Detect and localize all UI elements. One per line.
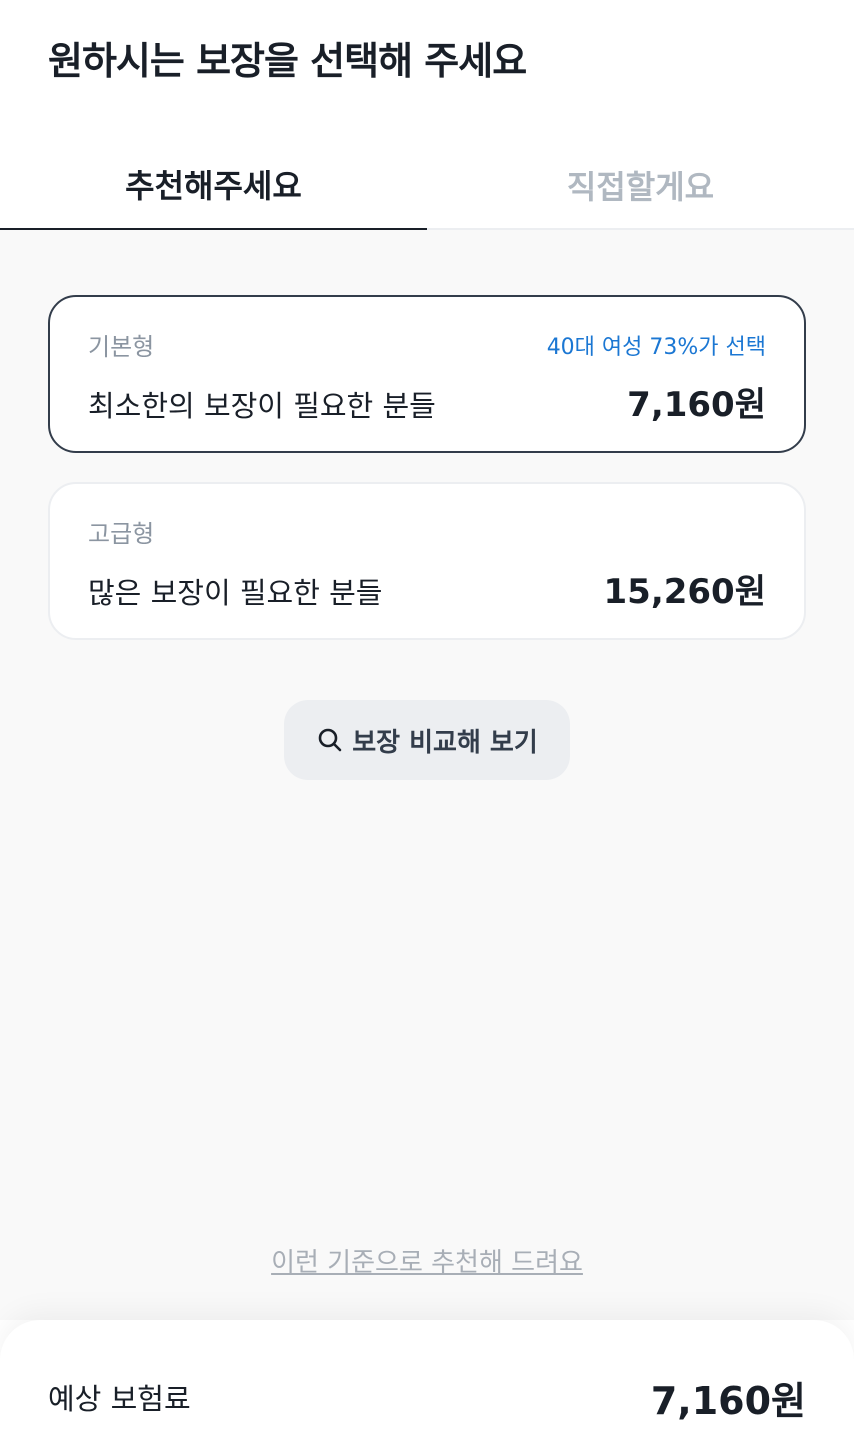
premium-summary-sheet: 예상 보험료 7,160원 — [0, 1320, 854, 1440]
insurance-plan-page: 원하시는 보장을 선택해 주세요 추천해주세요 직접할게요 기본형 40대 여성… — [0, 0, 854, 1440]
plan-card-premium[interactable]: 고급형 많은 보장이 필요한 분들 15,260원 — [48, 482, 806, 640]
plan-name: 기본형 — [88, 333, 155, 361]
plan-list-area: 기본형 40대 여성 73%가 선택 최소한의 보장이 필요한 분들 7,160… — [0, 230, 854, 1320]
tab-custom[interactable]: 직접할게요 — [427, 140, 854, 230]
search-icon — [316, 726, 344, 754]
popularity-badge: 40대 여성 73%가 선택 — [546, 335, 766, 360]
recommendation-criteria-link[interactable]: 이런 기준으로 추천해 드려요 — [0, 1242, 854, 1279]
plan-price: 15,260원 — [603, 572, 766, 612]
page-header: 원하시는 보장을 선택해 주세요 — [0, 0, 854, 110]
compare-coverage-button[interactable]: 보장 비교해 보기 — [284, 700, 570, 780]
plan-description: 많은 보장이 필요한 분들 — [88, 576, 383, 610]
tab-bar: 추천해주세요 직접할게요 — [0, 140, 854, 232]
estimated-premium-label: 예상 보험료 — [48, 1382, 191, 1416]
plan-price: 7,160원 — [627, 385, 766, 425]
estimated-premium-value: 7,160원 — [650, 1379, 806, 1423]
page-title: 원하시는 보장을 선택해 주세요 — [48, 39, 527, 83]
plan-description: 최소한의 보장이 필요한 분들 — [88, 389, 436, 423]
compare-button-label: 보장 비교해 보기 — [352, 727, 538, 758]
plan-card-basic[interactable]: 기본형 40대 여성 73%가 선택 최소한의 보장이 필요한 분들 7,160… — [48, 295, 806, 453]
tab-recommend[interactable]: 추천해주세요 — [0, 140, 427, 232]
plan-name: 고급형 — [88, 520, 155, 548]
